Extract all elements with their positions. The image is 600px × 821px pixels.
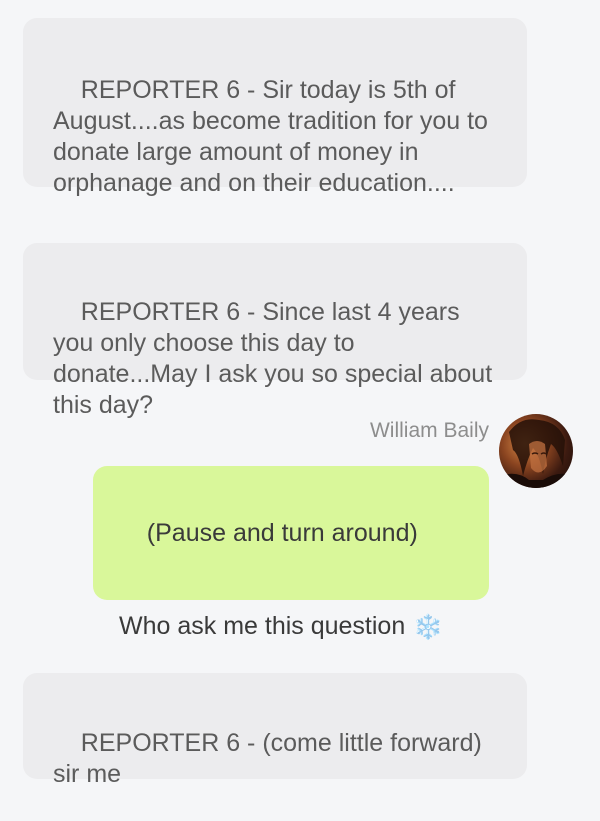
message-text: REPORTER 6 - Sir today is 5th of August.… (53, 76, 495, 197)
snowflake-icon: ❄️ (413, 613, 444, 641)
message-bubble-reporter: REPORTER 6 - Sir today is 5th of August.… (23, 18, 527, 197)
message-text: Who ask me this question (119, 612, 406, 640)
message-text-line: Who ask me this question ❄️ (119, 611, 465, 643)
avatar-portrait-icon (499, 419, 573, 488)
message-text-line: (Pause and turn around) (146, 519, 418, 547)
message-bubble-self: (Pause and turn around) Who ask me this … (93, 466, 489, 641)
message-bubble-reporter: REPORTER 6 - (come little forward) sir m… (23, 673, 527, 788)
avatar[interactable] (499, 414, 573, 488)
message-text: REPORTER 6 - Since last 4 years you only… (53, 298, 500, 419)
sender-name: William Baily (369, 419, 489, 442)
message-text: REPORTER 6 - (come little forward) sir m… (53, 729, 489, 788)
message-bubble-reporter: REPORTER 6 - Since last 4 years you only… (23, 243, 527, 419)
